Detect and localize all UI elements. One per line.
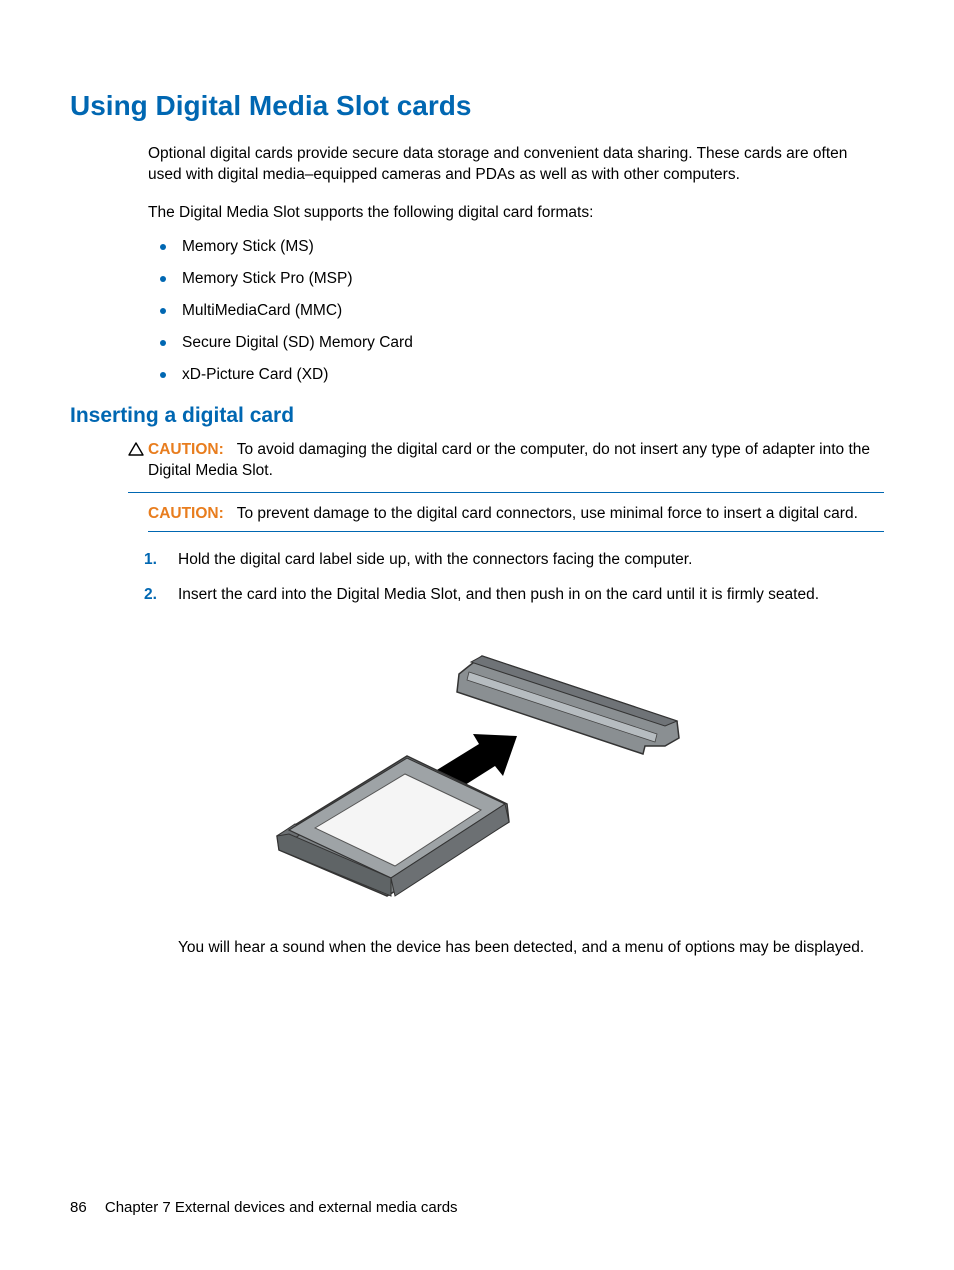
list-item: Memory Stick Pro (MSP) xyxy=(148,270,884,288)
subheading-inserting: Inserting a digital card xyxy=(70,404,884,428)
caution-text-1: To avoid damaging the digital card or th… xyxy=(148,441,870,479)
list-item: xD-Picture Card (XD) xyxy=(148,366,884,384)
after-figure-text: You will hear a sound when the device ha… xyxy=(178,939,884,957)
caution-triangle-icon xyxy=(128,442,148,461)
caution-block-1: CAUTION: To avoid damaging the digital c… xyxy=(128,440,884,493)
steps-list: 1. Hold the digital card label side up, … xyxy=(134,550,884,606)
step-number: 2. xyxy=(144,585,157,606)
caution-label: CAUTION: xyxy=(148,505,224,522)
caution-block-2: CAUTION: To prevent damage to the digita… xyxy=(148,505,884,532)
page-number: 86 xyxy=(70,1199,87,1216)
list-item: Secure Digital (SD) Memory Card xyxy=(148,334,884,352)
chapter-label: Chapter 7 External devices and external … xyxy=(105,1199,458,1216)
caution-label: CAUTION: xyxy=(148,441,224,458)
list-item: Memory Stick (MS) xyxy=(148,238,884,256)
step-item: 1. Hold the digital card label side up, … xyxy=(134,550,884,571)
page-footer: 86 Chapter 7 External devices and extern… xyxy=(70,1199,458,1216)
list-item: MultiMediaCard (MMC) xyxy=(148,302,884,320)
step-number: 1. xyxy=(144,550,157,571)
caution-text-2: To prevent damage to the digital card co… xyxy=(237,505,858,522)
step-text: Insert the card into the Digital Media S… xyxy=(178,586,819,603)
insert-card-illustration xyxy=(70,626,884,911)
intro-paragraph: Optional digital cards provide secure da… xyxy=(148,144,884,186)
step-item: 2. Insert the card into the Digital Medi… xyxy=(134,585,884,606)
page-title: Using Digital Media Slot cards xyxy=(70,90,884,122)
lead-paragraph: The Digital Media Slot supports the foll… xyxy=(148,204,884,222)
format-list: Memory Stick (MS) Memory Stick Pro (MSP)… xyxy=(148,238,884,384)
step-text: Hold the digital card label side up, wit… xyxy=(178,551,692,568)
